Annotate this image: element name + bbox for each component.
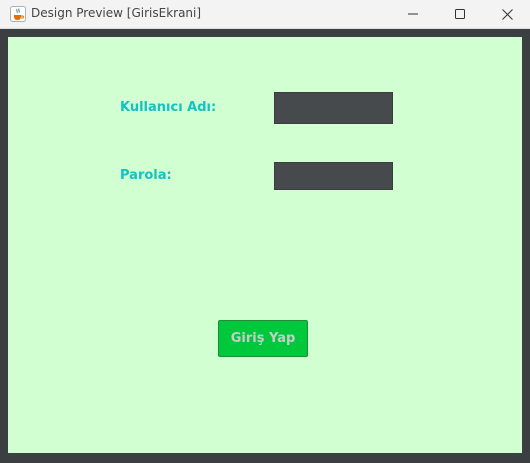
username-label: Kullanıcı Adı: <box>120 100 217 115</box>
username-field[interactable] <box>274 92 393 124</box>
window-titlebar: Design Preview [GirisEkrani] <box>0 0 530 29</box>
close-button[interactable] <box>484 0 530 28</box>
maximize-button[interactable] <box>437 0 483 28</box>
minimize-button[interactable] <box>390 0 436 28</box>
java-cup-icon <box>10 6 26 22</box>
window-title: Design Preview [GirisEkrani] <box>31 6 202 20</box>
password-label: Parola: <box>120 168 172 183</box>
maximize-icon <box>455 9 465 19</box>
close-icon <box>501 8 513 20</box>
password-field[interactable] <box>274 162 393 190</box>
login-panel: Kullanıcı Adı: Parola: Giriş Yap <box>8 37 522 453</box>
login-button[interactable]: Giriş Yap <box>218 320 308 357</box>
minimize-icon <box>408 13 418 15</box>
